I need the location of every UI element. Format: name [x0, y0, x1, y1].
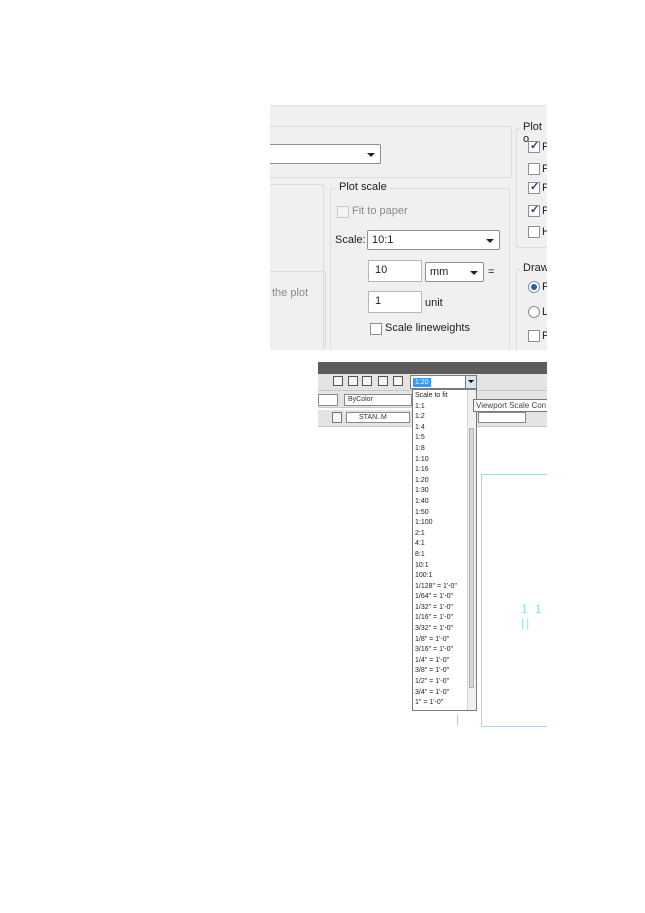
scale-option[interactable]: 1:50 — [415, 508, 467, 519]
plot-offset-group — [270, 271, 326, 350]
chevron-down-icon — [486, 239, 494, 243]
plot-offset-partial-text: the plot — [272, 287, 309, 299]
scale-label: Scale: — [335, 234, 366, 246]
plot-options-label-4: P — [542, 205, 547, 217]
scale-combo-value: 10:1 — [372, 234, 394, 246]
plot-options-check-4[interactable] — [528, 203, 540, 217]
scale-option[interactable]: 1/32" = 1'-0" — [415, 603, 467, 614]
scale-option[interactable]: 1:16 — [415, 465, 467, 476]
orientation-label-1: P — [542, 281, 547, 293]
viewport-scale-tooltip: Viewport Scale Con — [473, 399, 547, 412]
scale-option[interactable]: 1" = 1'-0" — [415, 698, 467, 709]
orientation-radio-landscape[interactable] — [528, 306, 540, 318]
scale-option[interactable]: 4:1 — [415, 539, 467, 550]
paper-units-input[interactable]: 10 — [368, 260, 422, 282]
color-combo[interactable]: ByColor — [344, 394, 412, 406]
fit-to-paper-checkbox[interactable] — [337, 206, 349, 218]
unit-label: unit — [425, 297, 443, 309]
chevron-down-icon — [367, 153, 375, 157]
viewport-scale-value: 1:20 — [413, 378, 431, 387]
equals-sign: = — [488, 266, 495, 278]
plot-options-label-2: P — [542, 163, 547, 175]
text-style-value: STAN..M — [359, 414, 387, 421]
scale-options: Scale to fit 1:1 1:2 1:4 1:5 1:8 1:10 1:16 1:20 1… — [415, 391, 467, 709]
scale-option[interactable]: 2:1 — [415, 529, 467, 540]
chevron-down-icon — [470, 271, 478, 275]
units-type-value: mm — [430, 266, 449, 278]
scale-option[interactable]: 1:10 — [415, 455, 467, 466]
scale-option[interactable]: Scale to fit — [415, 391, 467, 402]
convert-viewport-icon[interactable] — [362, 376, 372, 386]
scale-option[interactable]: 1/8" = 1'-0" — [415, 635, 467, 646]
orientation-label-2: L — [542, 306, 547, 318]
plot-options-check-2[interactable] — [528, 163, 540, 175]
display-viewports-icon[interactable] — [393, 376, 403, 386]
viewport-scale-combo[interactable]: 1:20 — [410, 375, 477, 389]
title-bar — [318, 362, 547, 374]
drawing-orientation-title: Draw — [520, 262, 547, 274]
scale-option[interactable]: 1/2" = 1'-0" — [415, 677, 467, 688]
scale-option[interactable]: 1:5 — [415, 433, 467, 444]
scale-option[interactable]: 3/4" = 1'-0" — [415, 688, 467, 699]
plot-options-label-3: P — [542, 182, 547, 194]
scale-combo[interactable]: 10:1 — [367, 230, 500, 250]
clip-viewport-icon[interactable] — [378, 376, 388, 386]
scale-lineweights-checkbox[interactable] — [370, 323, 382, 335]
text-style-icon[interactable] — [332, 412, 342, 423]
page-setup-dialog: the plot Plot scale Fit to paper Scale: … — [270, 105, 547, 350]
crosshair-line — [457, 714, 458, 726]
viewport-scale-list[interactable]: Scale to fit 1:1 1:2 1:4 1:5 1:8 1:10 1:16 1:20 1… — [412, 389, 477, 711]
scale-option[interactable]: 1/4" = 1'-0" — [415, 656, 467, 667]
scale-option[interactable]: 3/32" = 1'-0" — [415, 624, 467, 635]
scale-option[interactable]: 1/16" = 1'-0" — [415, 613, 467, 624]
drawing-line — [481, 474, 547, 475]
units-type-combo[interactable]: mm — [425, 262, 484, 282]
polygonal-viewport-icon[interactable] — [348, 376, 358, 386]
dim-style-combo[interactable] — [478, 412, 526, 423]
autocad-window: ByColor STAN..M 1 1 || Scale to fit 1:1 1:… — [318, 362, 547, 735]
orientation-radio-portrait[interactable] — [528, 281, 540, 293]
scale-option[interactable]: 8:1 — [415, 550, 467, 561]
scale-option[interactable]: 1:40 — [415, 497, 467, 508]
plot-options-check-3[interactable] — [528, 180, 540, 194]
chevron-down-icon[interactable] — [465, 376, 476, 388]
paper-units-value: 10 — [375, 264, 388, 276]
scale-option[interactable]: 1:1 — [415, 402, 467, 413]
scale-option[interactable]: 10:1 — [415, 561, 467, 572]
plot-options-check-5[interactable] — [528, 226, 540, 238]
scale-option[interactable]: 1:2 — [415, 412, 467, 423]
single-viewport-icon[interactable] — [333, 376, 343, 386]
scale-option[interactable]: 1:30 — [415, 486, 467, 497]
scale-option[interactable]: 1:20 — [415, 476, 467, 487]
drawing-dimension-text: 1 1 || — [521, 602, 544, 630]
scale-option[interactable]: 1/64" = 1'-0" — [415, 592, 467, 603]
scale-option[interactable]: 100:1 — [415, 571, 467, 582]
scale-option[interactable]: 1/128" = 1'-0" — [415, 582, 467, 593]
orientation-label-3: P — [542, 330, 547, 342]
drawing-units-value: 1 — [375, 295, 382, 307]
fit-to-paper-label: Fit to paper — [352, 205, 408, 217]
plot-upside-down-checkbox[interactable] — [528, 330, 540, 342]
scrollbar-thumb[interactable] — [469, 428, 474, 688]
scale-lineweights-label: Scale lineweights — [385, 322, 470, 334]
text-style-combo[interactable]: STAN..M — [346, 412, 410, 423]
paper-size-combo[interactable] — [270, 144, 381, 164]
scale-option[interactable]: 3/16" = 1'-0" — [415, 645, 467, 656]
scale-option[interactable]: 3/8" = 1'-0" — [415, 666, 467, 677]
drawing-line — [481, 726, 547, 727]
scale-option[interactable]: 1:4 — [415, 423, 467, 434]
plot-options-label-5: H — [542, 226, 547, 238]
drawing-line — [481, 474, 482, 726]
plot-options-label-1: P — [542, 141, 547, 153]
plot-scale-title: Plot scale — [336, 181, 390, 193]
scale-option[interactable]: 1:8 — [415, 444, 467, 455]
layer-combo[interactable] — [318, 394, 338, 406]
scale-option[interactable]: 1:100 — [415, 518, 467, 529]
drawing-units-input[interactable]: 1 — [368, 291, 422, 313]
tooltip-text: Viewport Scale Con — [476, 401, 547, 410]
bycolor-text: ByColor — [348, 396, 373, 403]
plot-options-check-1[interactable] — [528, 139, 540, 153]
scrollbar[interactable] — [467, 390, 476, 710]
